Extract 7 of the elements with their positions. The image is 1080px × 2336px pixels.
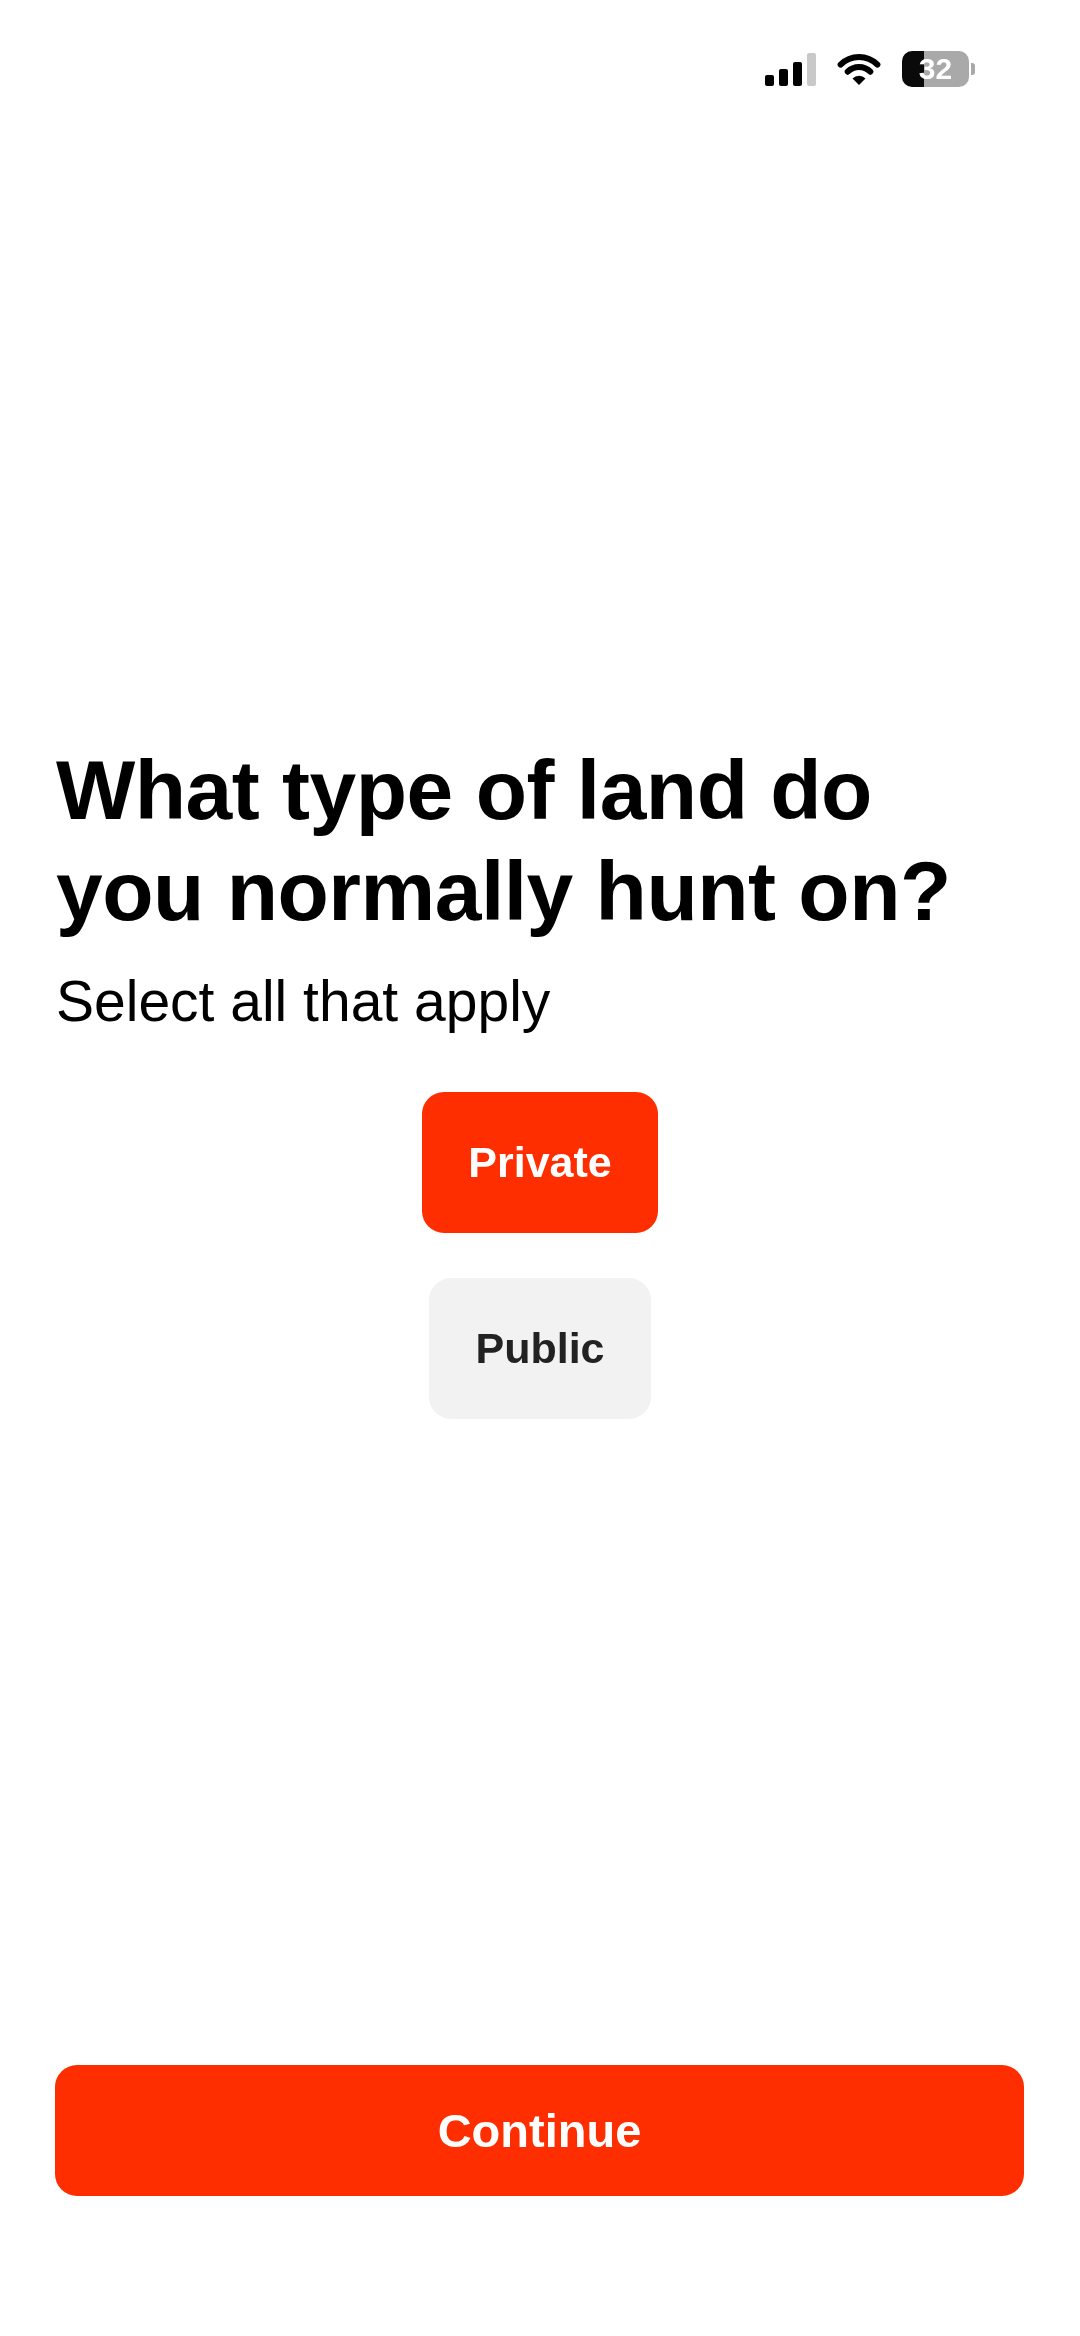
continue-button[interactable]: Continue [55,2065,1024,2196]
question-heading: What type of land do you normally hunt on? [56,742,952,940]
option-button[interactable]: Public [429,1278,651,1419]
signal-icon [765,52,816,86]
instruction-text: Select all that apply [56,970,552,1032]
wifi-icon [837,52,881,86]
option-button[interactable]: Private [422,1092,658,1233]
